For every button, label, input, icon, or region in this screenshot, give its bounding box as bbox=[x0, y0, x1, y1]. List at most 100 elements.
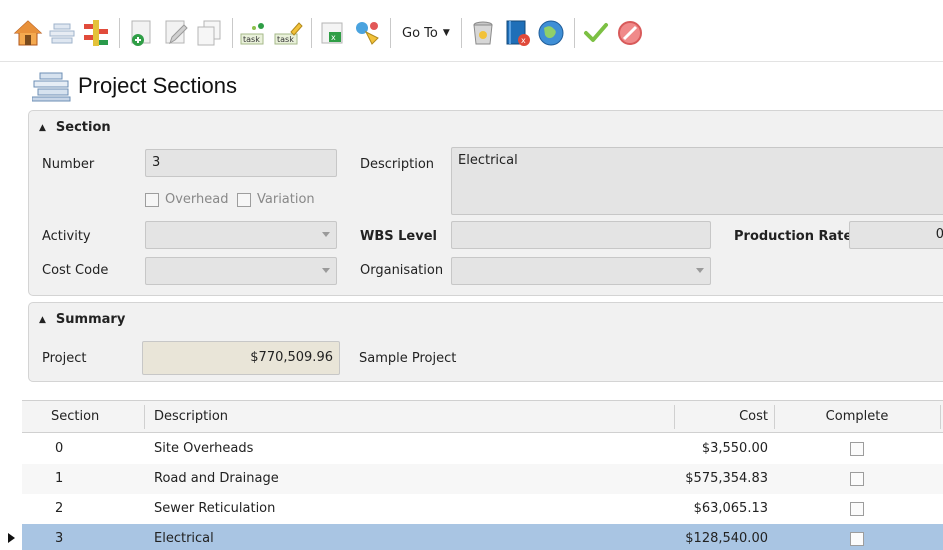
check-icon bbox=[583, 23, 608, 42]
task-edit-button[interactable]: task bbox=[272, 17, 304, 49]
organisation-select[interactable] bbox=[451, 257, 711, 285]
column-divider bbox=[940, 405, 941, 429]
chevron-down-icon bbox=[322, 232, 330, 237]
home-button[interactable] bbox=[12, 17, 44, 49]
chevron-down-icon bbox=[322, 268, 330, 273]
sections-button[interactable] bbox=[46, 17, 78, 49]
svg-text:task: task bbox=[243, 35, 260, 44]
excel-export-button[interactable]: x bbox=[317, 17, 349, 49]
edit-button[interactable] bbox=[159, 17, 191, 49]
row-complete-checkbox[interactable] bbox=[850, 442, 864, 456]
cost-code-label: Cost Code bbox=[42, 263, 109, 278]
svg-text:x: x bbox=[331, 33, 336, 42]
overhead-checkbox[interactable]: Overhead bbox=[145, 192, 229, 207]
close-book-icon: x bbox=[506, 20, 530, 46]
number-field[interactable]: 3 bbox=[145, 149, 337, 177]
toolbar-separator bbox=[119, 18, 120, 48]
web-button[interactable] bbox=[535, 17, 567, 49]
task-button[interactable]: task bbox=[238, 17, 270, 49]
row-section: 1 bbox=[55, 471, 64, 486]
row-cost: $63,065.13 bbox=[693, 501, 768, 516]
svg-text:x: x bbox=[521, 36, 526, 45]
project-total-value: $770,509.96 bbox=[250, 350, 333, 365]
wbs-level-field[interactable] bbox=[451, 221, 711, 249]
row-description: Electrical bbox=[154, 531, 214, 546]
production-rate-field[interactable]: 0 bbox=[849, 221, 943, 249]
current-row-indicator-icon bbox=[8, 533, 15, 543]
number-value: 3 bbox=[152, 155, 161, 170]
table-row[interactable]: 2 Sewer Reticulation $63,065.13 bbox=[22, 494, 943, 524]
row-complete-checkbox[interactable] bbox=[850, 532, 864, 546]
delete-icon bbox=[473, 21, 493, 45]
refresh-button[interactable] bbox=[351, 17, 383, 49]
description-label: Description bbox=[360, 157, 435, 172]
table-row-selected[interactable]: 3 Electrical $128,540.00 bbox=[8, 524, 943, 550]
toolbar: task task x Go To ▼ x bbox=[0, 0, 943, 62]
activity-label: Activity bbox=[42, 229, 91, 244]
collapse-caret-icon: ▲ bbox=[39, 314, 46, 325]
summary-header-label: Summary bbox=[55, 312, 126, 327]
toolbar-separator bbox=[232, 18, 233, 48]
task-icon: task bbox=[240, 23, 264, 45]
project-name: Sample Project bbox=[359, 351, 457, 366]
edit-icon bbox=[165, 20, 188, 45]
wbs-level-label: WBS Level bbox=[360, 229, 437, 244]
sections-grid: Section Description Cost Complete 0 Site… bbox=[8, 400, 943, 550]
copy-button[interactable] bbox=[193, 17, 225, 49]
page-title: Project Sections bbox=[78, 73, 237, 98]
table-row[interactable]: 0 Site Overheads $3,550.00 bbox=[22, 434, 943, 464]
activity-select[interactable] bbox=[145, 221, 337, 249]
number-label: Number bbox=[42, 157, 95, 172]
variation-label: Variation bbox=[257, 192, 315, 207]
delete-button[interactable] bbox=[467, 17, 499, 49]
toolbar-separator bbox=[460, 18, 462, 48]
collapse-caret-icon: ▲ bbox=[39, 122, 46, 133]
production-rate-value: 0 bbox=[935, 227, 943, 242]
row-complete-checkbox[interactable] bbox=[850, 502, 864, 516]
description-value: Electrical bbox=[458, 153, 518, 168]
project-sections-icon bbox=[32, 72, 71, 102]
save-check-button[interactable] bbox=[580, 17, 612, 49]
row-cost: $3,550.00 bbox=[701, 441, 768, 456]
project-label: Project bbox=[42, 351, 87, 366]
row-description: Sewer Reticulation bbox=[154, 501, 276, 516]
cancel-icon bbox=[617, 21, 642, 45]
excel-export-icon: x bbox=[321, 22, 343, 44]
row-cost: $128,540.00 bbox=[685, 531, 768, 546]
table-row[interactable]: 1 Road and Drainage $575,354.83 bbox=[22, 464, 943, 494]
sections-icon bbox=[49, 23, 75, 44]
description-field[interactable]: Electrical bbox=[451, 147, 943, 215]
summary-panel-header[interactable]: ▲ Summary bbox=[39, 312, 125, 327]
cancel-button[interactable] bbox=[614, 17, 646, 49]
row-cost: $575,354.83 bbox=[685, 471, 768, 486]
row-description: Site Overheads bbox=[154, 441, 254, 456]
add-icon bbox=[131, 20, 151, 46]
summary-panel: ▲ Summary Project $770,509.96 Sample Pro… bbox=[28, 302, 943, 382]
web-icon bbox=[538, 20, 564, 46]
overhead-checkbox-box bbox=[145, 192, 159, 207]
svg-text:task: task bbox=[277, 35, 294, 44]
grid-header: Section Description Cost Complete bbox=[22, 400, 943, 433]
copy-icon bbox=[197, 20, 221, 46]
goto-label: Go To bbox=[402, 25, 438, 41]
close-book-button[interactable]: x bbox=[501, 17, 533, 49]
column-header-section[interactable]: Section bbox=[51, 401, 99, 433]
column-header-cost[interactable]: Cost bbox=[674, 401, 768, 433]
toolbar-separator bbox=[573, 18, 575, 48]
goto-dropdown[interactable]: Go To ▼ bbox=[396, 18, 456, 48]
column-header-complete[interactable]: Complete bbox=[774, 401, 940, 433]
variation-checkbox[interactable]: Variation bbox=[237, 192, 315, 207]
refresh-icon bbox=[356, 22, 379, 45]
section-panel-header[interactable]: ▲ Section bbox=[39, 120, 111, 135]
task-edit-icon: task bbox=[274, 22, 303, 45]
row-complete-checkbox[interactable] bbox=[850, 472, 864, 486]
row-section: 2 bbox=[55, 501, 64, 516]
toolbar-separator bbox=[390, 18, 391, 48]
overhead-label: Overhead bbox=[165, 192, 229, 207]
column-divider bbox=[144, 405, 145, 429]
chevron-down-icon bbox=[696, 268, 704, 273]
column-header-description[interactable]: Description bbox=[154, 401, 228, 433]
cost-code-select[interactable] bbox=[145, 257, 337, 285]
add-button[interactable] bbox=[125, 17, 157, 49]
structure-button[interactable] bbox=[80, 17, 112, 49]
